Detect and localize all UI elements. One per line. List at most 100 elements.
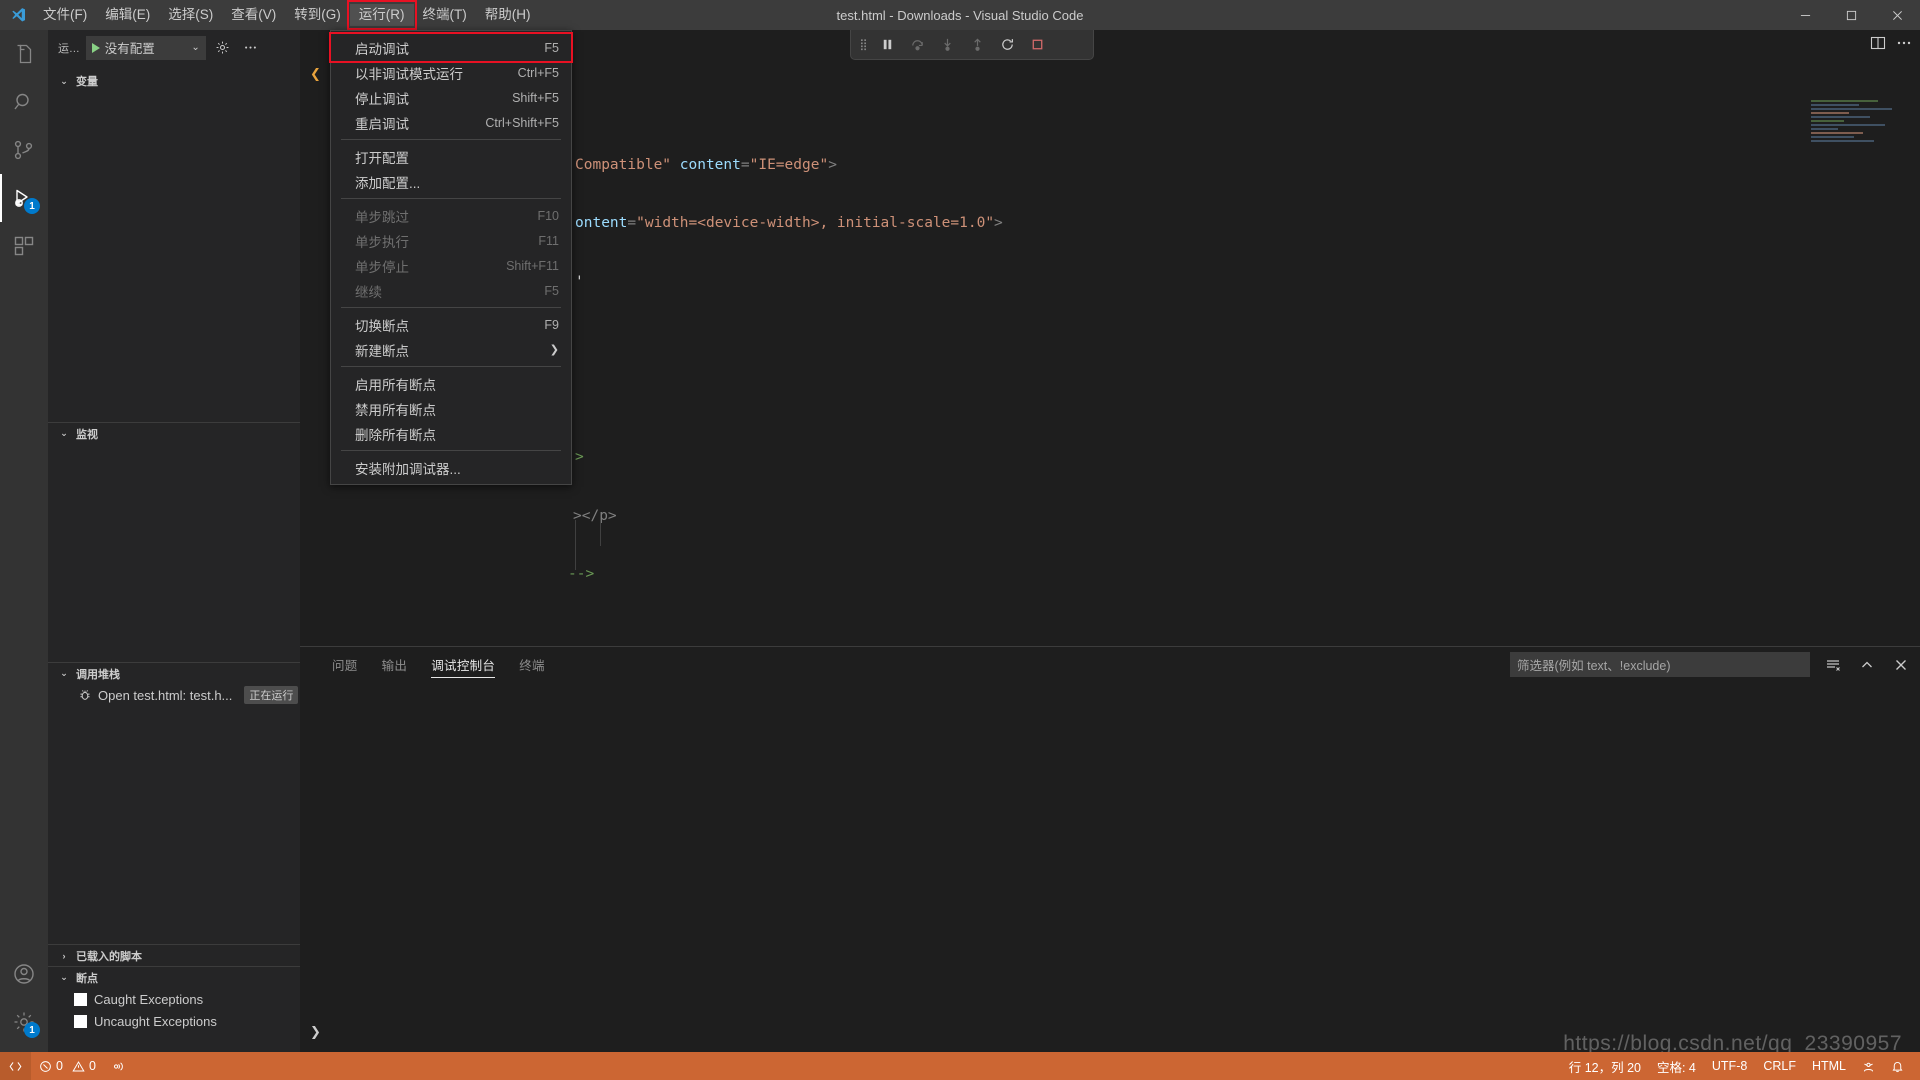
tab-debug-console[interactable]: 调试控制台 — [419, 647, 507, 682]
launch-configuration-select[interactable]: 没有配置 ⌄ — [85, 35, 206, 60]
manage-badge: 1 — [24, 1022, 40, 1038]
notifications-icon[interactable] — [1883, 1052, 1912, 1080]
code-line: --> — [568, 566, 595, 582]
menu-item-shortcut: F5 — [544, 40, 559, 55]
menu-add-configuration[interactable]: 添加配置... — [331, 169, 571, 194]
menu-terminal-label: 终端(T) — [422, 7, 467, 22]
menu-open-configurations[interactable]: 打开配置 — [331, 144, 571, 169]
cursor-position[interactable]: 行 12，列 20 — [1561, 1052, 1649, 1080]
feedback-icon[interactable] — [1854, 1052, 1883, 1080]
clear-console-icon[interactable] — [1822, 654, 1844, 676]
panel-actions: 筛选器(例如 text、!exclude) — [1510, 652, 1912, 677]
chevron-up-icon[interactable] — [1856, 654, 1878, 676]
menu-edit[interactable]: 编辑(E) — [96, 4, 159, 26]
language-mode[interactable]: HTML — [1804, 1052, 1854, 1080]
menu-separator — [341, 198, 561, 199]
step-over-button[interactable] — [903, 33, 931, 57]
menu-view-label: 查看(V) — [231, 7, 277, 22]
menu-run[interactable]: 运行(R) — [346, 0, 417, 30]
panel-expand-chevron-icon[interactable]: ❯ — [310, 1024, 321, 1040]
close-icon[interactable] — [1890, 654, 1912, 676]
minimize-icon[interactable] — [1782, 0, 1828, 30]
manage-settings-button[interactable]: 1 — [0, 998, 48, 1046]
vscode-window: 文件(F) 编辑(E) 选择(S) 查看(V) 转到(G) 运行(R) 终端(T… — [0, 0, 1920, 1080]
menu-new-breakpoint[interactable]: 新建断点 ❯ — [331, 337, 571, 362]
sidebar-item-source-control[interactable] — [0, 126, 48, 174]
section-watch[interactable]: ⌄ 监视 — [48, 422, 300, 444]
status-bar: 0 0 行 12，列 20 空格: 4 UTF-8 CRLF HTML — [0, 1052, 1920, 1080]
checkbox[interactable] — [74, 992, 87, 1006]
menu-go[interactable]: 转到(G) — [285, 4, 350, 26]
menu-start-debugging[interactable]: 启动调试 F5 — [329, 32, 573, 63]
menu-terminal[interactable]: 终端(T) — [414, 4, 476, 26]
menu-item-shortcut: F5 — [544, 283, 559, 298]
section-variables[interactable]: ⌄ 变量 — [48, 70, 300, 92]
menu-continue[interactable]: 继续 F5 — [331, 278, 571, 303]
menu-item-label: 新建断点 — [355, 343, 409, 359]
live-share-indicator[interactable] — [104, 1052, 133, 1080]
breakpoint-label: Uncaught Exceptions — [94, 1013, 217, 1029]
menu-separator — [341, 366, 561, 367]
grip-icon[interactable]: ⣿ — [857, 38, 871, 51]
checkbox[interactable] — [74, 1014, 87, 1028]
editor-actions — [1870, 35, 1912, 56]
menu-item-label: 删除所有断点 — [355, 427, 436, 443]
menu-step-into[interactable]: 单步执行 F11 — [331, 228, 571, 253]
menu-view[interactable]: 查看(V) — [222, 4, 285, 26]
menu-item-label: 启用所有断点 — [355, 377, 436, 393]
section-call-stack[interactable]: ⌄ 调用堆栈 — [48, 662, 300, 684]
sidebar-item-extensions[interactable] — [0, 222, 48, 270]
menu-file[interactable]: 文件(F) — [34, 4, 96, 26]
menu-help[interactable]: 帮助(H) — [476, 4, 540, 26]
gear-icon[interactable] — [212, 37, 234, 59]
indentation[interactable]: 空格: 4 — [1649, 1052, 1704, 1080]
maximize-icon[interactable] — [1828, 0, 1874, 30]
menu-run-without-debugging[interactable]: 以非调试模式运行 Ctrl+F5 — [331, 60, 571, 85]
menu-selection[interactable]: 选择(S) — [159, 4, 222, 26]
menu-step-over[interactable]: 单步跳过 F10 — [331, 203, 571, 228]
problems-indicator[interactable]: 0 0 — [31, 1052, 104, 1080]
tab-problems[interactable]: 问题 — [320, 647, 370, 682]
accounts-button[interactable] — [0, 950, 48, 998]
step-out-button[interactable] — [963, 33, 991, 57]
step-into-button[interactable] — [933, 33, 961, 57]
debug-sidebar-toolbar: 运... 没有配置 ⌄ — [48, 30, 300, 65]
menu-help-label: 帮助(H) — [484, 7, 531, 22]
sidebar-item-search[interactable] — [0, 78, 48, 126]
pause-button[interactable] — [873, 33, 901, 57]
menu-enable-all-breakpoints[interactable]: 启用所有断点 — [331, 371, 571, 396]
menu-step-out[interactable]: 单步停止 Shift+F11 — [331, 253, 571, 278]
menu-stop-debugging[interactable]: 停止调试 Shift+F5 — [331, 85, 571, 110]
section-breakpoints[interactable]: ⌄ 断点 — [48, 966, 300, 988]
split-editor-icon[interactable] — [1870, 35, 1886, 56]
breakpoint-uncaught-exceptions[interactable]: Uncaught Exceptions — [48, 1010, 300, 1032]
menu-restart-debugging[interactable]: 重启调试 Ctrl+Shift+F5 — [331, 110, 571, 135]
sidebar-item-explorer[interactable] — [0, 30, 48, 78]
menu-item-shortcut: F11 — [538, 233, 559, 248]
section-loaded-scripts[interactable]: › 已载入的脚本 — [48, 944, 300, 966]
menu-toggle-breakpoint[interactable]: 切换断点 F9 — [331, 312, 571, 337]
call-stack-item[interactable]: Open test.html: test.h... 正在运行 — [48, 684, 300, 706]
menu-disable-all-breakpoints[interactable]: 禁用所有断点 — [331, 396, 571, 421]
close-icon[interactable] — [1874, 0, 1920, 30]
remote-indicator[interactable] — [0, 1052, 31, 1080]
menu-remove-all-breakpoints[interactable]: 删除所有断点 — [331, 421, 571, 446]
menu-install-additional-debuggers[interactable]: 安装附加调试器... — [331, 455, 571, 480]
tab-terminal[interactable]: 终端 — [507, 647, 557, 682]
stop-button[interactable] — [1023, 33, 1051, 57]
end-of-line[interactable]: CRLF — [1755, 1052, 1804, 1080]
filter-input[interactable]: 筛选器(例如 text、!exclude) — [1510, 652, 1810, 677]
menu-file-label: 文件(F) — [43, 7, 88, 22]
section-call-stack-label: 调用堆栈 — [76, 668, 120, 681]
encoding[interactable]: UTF-8 — [1704, 1052, 1755, 1080]
more-actions-icon[interactable] — [1896, 35, 1912, 56]
watch-body — [48, 444, 300, 662]
menu-item-label: 重启调试 — [355, 116, 409, 132]
tab-output[interactable]: 输出 — [370, 647, 420, 682]
restart-button[interactable] — [993, 33, 1021, 57]
sidebar-item-run-and-debug[interactable]: 1 — [0, 174, 48, 222]
error-count: 0 — [56, 1059, 63, 1073]
ellipsis-icon[interactable] — [240, 37, 262, 59]
debug-toolbar: ⣿ — [850, 30, 1094, 60]
breakpoint-caught-exceptions[interactable]: Caught Exceptions — [48, 988, 300, 1010]
